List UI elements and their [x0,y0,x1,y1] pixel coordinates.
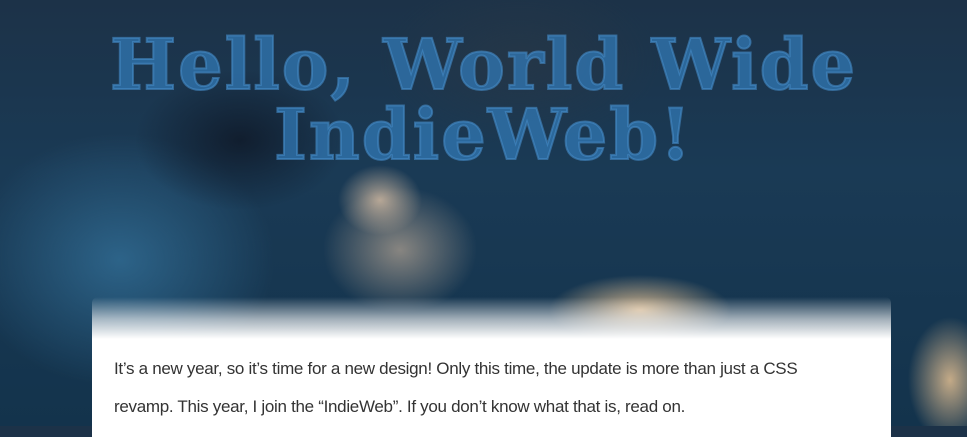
page-title: Hello, World Wide IndieWeb! [109,23,858,176]
article-intro: It’s a new year, so it’s time for a new … [114,359,798,416]
article-card: It’s a new year, so it’s time for a new … [92,297,891,437]
